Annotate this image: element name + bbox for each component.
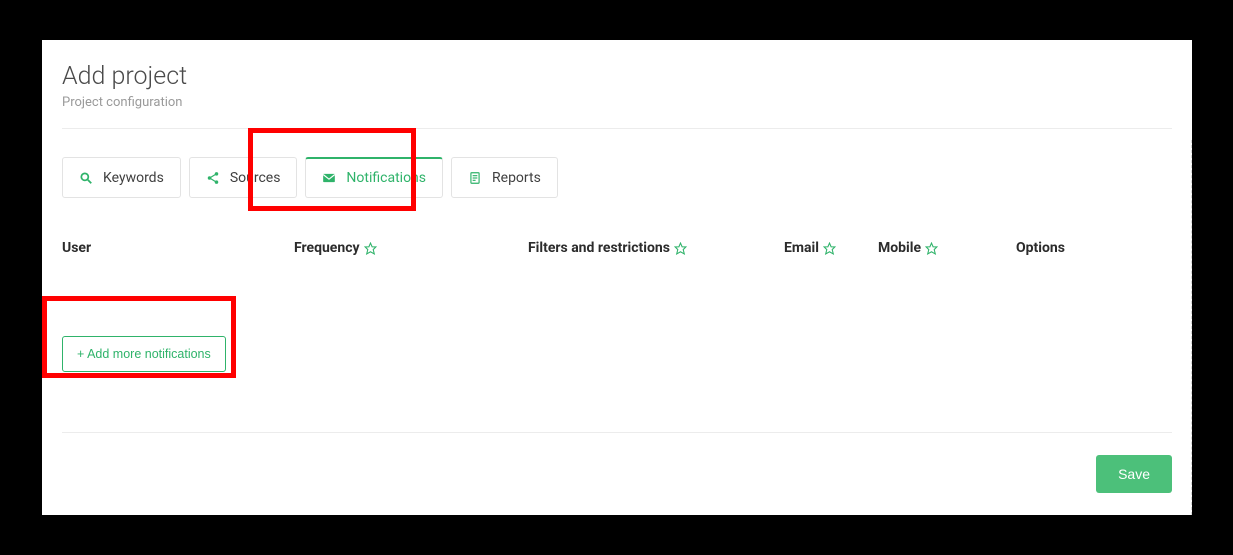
star-icon <box>674 242 687 255</box>
divider <box>62 128 1172 129</box>
search-icon <box>79 171 93 185</box>
right-dashed-border <box>1191 140 1192 515</box>
tab-sources[interactable]: Sources <box>189 157 298 198</box>
tab-notifications[interactable]: Notifications <box>305 157 443 198</box>
star-icon <box>823 242 836 255</box>
column-frequency: Frequency <box>294 240 528 256</box>
page-title: Add project <box>62 40 1172 91</box>
column-mobile: Mobile <box>878 240 1016 256</box>
tab-label: Notifications <box>346 170 426 186</box>
tab-bar: Keywords Sources Notifications Reports <box>62 157 1172 198</box>
envelope-icon <box>322 171 336 185</box>
tab-label: Reports <box>492 170 541 186</box>
tab-label: Sources <box>230 170 281 186</box>
main-panel: Add project Project configuration Keywor… <box>42 40 1192 515</box>
footer: Save <box>62 432 1172 493</box>
document-icon <box>468 171 482 185</box>
tab-label: Keywords <box>103 170 164 186</box>
column-filters: Filters and restrictions <box>528 240 784 256</box>
star-icon <box>925 242 938 255</box>
save-button[interactable]: Save <box>1096 455 1172 493</box>
add-more-notifications-button[interactable]: + Add more notifications <box>62 336 226 372</box>
column-options: Options <box>1016 240 1172 256</box>
star-icon <box>364 242 377 255</box>
column-user: User <box>62 240 294 256</box>
tab-reports[interactable]: Reports <box>451 157 558 198</box>
column-email: Email <box>784 240 878 256</box>
share-icon <box>206 171 220 185</box>
table-header: User Frequency Filters and restrictions … <box>62 240 1172 256</box>
page-subtitle: Project configuration <box>62 95 1172 110</box>
tab-keywords[interactable]: Keywords <box>62 157 181 198</box>
